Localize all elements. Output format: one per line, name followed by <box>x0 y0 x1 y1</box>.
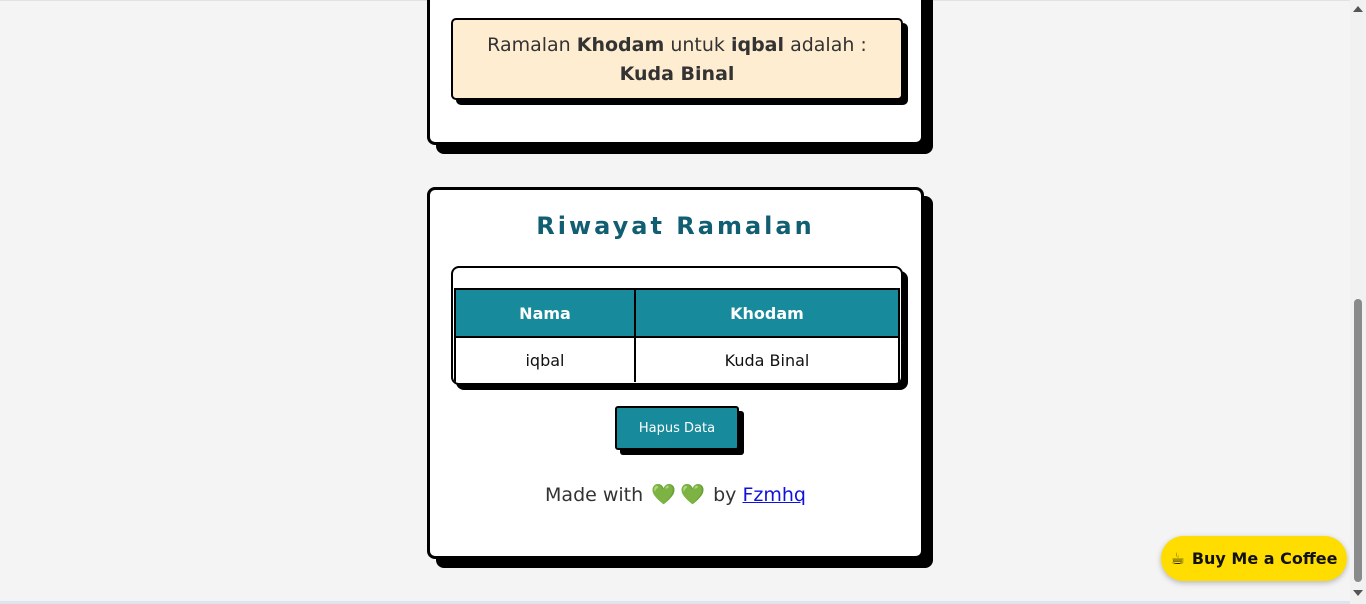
table-row: iqbal Kuda Binal <box>454 336 900 382</box>
buy-me-a-coffee-label: Buy Me a Coffee <box>1191 549 1338 568</box>
history-card: Riwayat Ramalan Nama Khodam iqbal Kuda B… <box>427 187 924 559</box>
heart-icon: 💚 <box>680 482 706 506</box>
result-card: Ramalan Khodam untuk iqbal adalah : Kuda… <box>427 0 924 145</box>
history-table-container: Nama Khodam iqbal Kuda Binal <box>451 266 903 385</box>
delete-data-button[interactable]: Hapus Data <box>615 406 739 450</box>
history-title: Riwayat Ramalan <box>536 212 815 240</box>
column-header-nama: Nama <box>454 288 636 338</box>
result-prefix: Ramalan <box>487 34 571 56</box>
scrollbar-thumb[interactable] <box>1354 299 1362 582</box>
page: Ramalan Khodam untuk iqbal adalah : Kuda… <box>0 0 1366 604</box>
coffee-cup-icon: ☕ <box>1170 549 1185 568</box>
result-khodam-value: Kuda Binal <box>619 63 735 85</box>
made-with-footer: Made with 💚 💚 by Fzmhq <box>430 482 921 506</box>
scroll-up-arrow-icon[interactable] <box>1353 6 1363 12</box>
table-header-row: Nama Khodam <box>454 288 900 338</box>
vertical-scrollbar[interactable] <box>1350 0 1366 604</box>
cell-khodam: Kuda Binal <box>634 336 900 382</box>
cell-nama: iqbal <box>454 336 636 382</box>
result-suffix: adalah : <box>790 34 867 56</box>
result-khodam-word: Khodam <box>576 34 665 56</box>
scroll-down-arrow-icon[interactable] <box>1353 590 1363 596</box>
buy-me-a-coffee-button[interactable]: ☕ Buy Me a Coffee <box>1161 536 1347 581</box>
heart-icon: 💚 <box>651 482 677 506</box>
column-header-khodam: Khodam <box>634 288 900 338</box>
author-link[interactable]: Fzmhq <box>742 484 806 506</box>
result-box: Ramalan Khodam untuk iqbal adalah : Kuda… <box>451 18 903 100</box>
result-middle: untuk <box>670 34 725 56</box>
by-text: by <box>713 484 737 506</box>
result-name: iqbal <box>730 34 785 56</box>
made-with-text: Made with <box>545 484 644 506</box>
history-table: Nama Khodam iqbal Kuda Binal <box>454 288 900 382</box>
